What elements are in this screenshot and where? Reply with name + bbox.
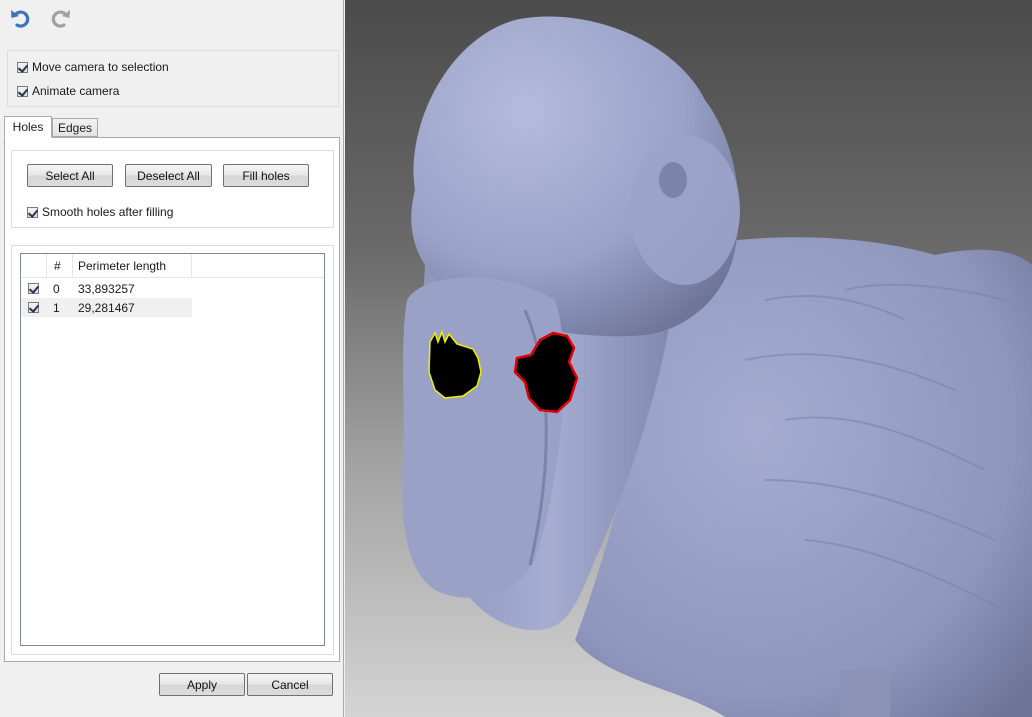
row-index: 0 <box>53 281 60 296</box>
row-checkbox-cell <box>28 298 43 317</box>
tab-edges[interactable]: Edges <box>52 118 98 137</box>
tab-holes-label: Holes <box>12 120 44 134</box>
deselect-all-button[interactable]: Deselect All <box>125 164 212 187</box>
table-row[interactable]: 1 29,281467 <box>21 298 192 317</box>
animate-camera-option[interactable]: Animate camera <box>17 83 119 99</box>
row-index: 1 <box>53 300 60 315</box>
select-all-label: Select All <box>45 168 95 183</box>
fill-holes-button[interactable]: Fill holes <box>223 164 309 187</box>
fill-holes-label: Fill holes <box>242 168 290 183</box>
apply-button[interactable]: Apply <box>159 673 245 696</box>
smooth-holes-option[interactable]: Smooth holes after filling <box>27 204 173 220</box>
animate-camera-label: Animate camera <box>32 84 120 98</box>
index-column-label: # <box>54 258 61 273</box>
index-column-header[interactable]: # <box>47 254 73 277</box>
redo-icon <box>48 6 72 30</box>
row-checkbox-cell <box>28 279 43 298</box>
select-all-button[interactable]: Select All <box>27 164 113 187</box>
perimeter-column-header[interactable]: Perimeter length <box>73 254 192 277</box>
duck-cheek <box>630 135 740 285</box>
cancel-button[interactable]: Cancel <box>247 673 333 696</box>
smooth-holes-checkbox[interactable] <box>27 206 38 218</box>
hole-fill-app: Move camera to selection Animate camera … <box>0 0 1032 717</box>
tab-edges-label: Edges <box>57 120 93 135</box>
perimeter-column-label: Perimeter length <box>78 258 167 273</box>
3d-viewport[interactable] <box>345 0 1032 717</box>
duck-mesh-render <box>402 16 1032 717</box>
tab-holes[interactable]: Holes <box>4 116 52 138</box>
holes-table-header: # Perimeter length <box>21 254 324 278</box>
animate-camera-checkbox[interactable] <box>17 85 28 97</box>
row-perimeter: 29,281467 <box>78 300 135 315</box>
move-camera-option[interactable]: Move camera to selection <box>17 59 169 75</box>
duck-leg <box>840 670 890 717</box>
row-checkbox[interactable] <box>28 283 39 294</box>
row-checkbox[interactable] <box>28 302 39 313</box>
tool-panel: Move camera to selection Animate camera … <box>0 0 344 717</box>
redo-button[interactable] <box>47 5 73 31</box>
smooth-holes-label: Smooth holes after filling <box>42 205 174 219</box>
hole-actions-group: Select All Deselect All Fill holes Smoot… <box>11 150 334 228</box>
undo-icon <box>9 6 33 30</box>
deselect-all-label: Deselect All <box>137 168 200 183</box>
undo-button[interactable] <box>8 5 34 31</box>
cancel-label: Cancel <box>271 677 309 692</box>
checkbox-column-header[interactable] <box>21 254 47 277</box>
move-camera-label: Move camera to selection <box>32 60 169 74</box>
row-perimeter: 33,893257 <box>78 281 135 296</box>
toolbar <box>0 0 344 44</box>
duck-eye <box>659 162 687 198</box>
holes-table[interactable]: # Perimeter length 0 33,893257 1 29,2814… <box>20 253 325 646</box>
apply-label: Apply <box>186 677 218 692</box>
camera-options-group: Move camera to selection Animate camera <box>7 50 339 107</box>
table-row[interactable]: 0 33,893257 <box>21 279 192 298</box>
move-camera-checkbox[interactable] <box>17 61 28 73</box>
